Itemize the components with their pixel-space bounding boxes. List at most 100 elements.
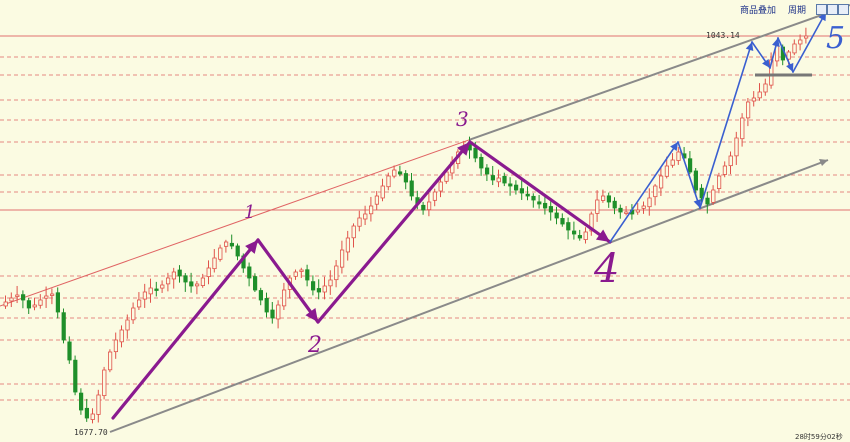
candle-body [676, 151, 681, 161]
candle-body [711, 189, 716, 203]
candle-body [624, 211, 629, 214]
candle-body [653, 185, 658, 198]
candle-body [502, 175, 507, 184]
candle-body [189, 281, 194, 287]
candle-body [165, 277, 171, 285]
candle-body [664, 165, 670, 177]
candle-body [543, 202, 548, 209]
candle-body [160, 284, 165, 289]
candle-body [154, 288, 159, 291]
candle-body [328, 279, 333, 287]
candle-body [334, 265, 339, 281]
candle-body [20, 294, 26, 301]
candle-body [595, 199, 600, 214]
wave-minor-segment [792, 11, 827, 73]
candle-body [281, 289, 287, 307]
overlay-button[interactable]: 商品叠加 [740, 3, 776, 16]
candle-body [473, 147, 478, 159]
candle-body [61, 312, 66, 341]
candle-body [183, 275, 188, 283]
high-price-label: 1043.14 [706, 31, 740, 40]
candle-body [734, 137, 739, 157]
candle-body [705, 197, 710, 205]
candle-body [763, 83, 768, 93]
candle-body [9, 297, 14, 302]
candle-body [310, 281, 316, 291]
candle-body [618, 207, 623, 213]
candle-body [79, 392, 84, 411]
wave-label-4: 4 [593, 246, 619, 292]
candle-body [577, 235, 583, 239]
candle-body [612, 200, 617, 209]
candle-body [84, 407, 89, 419]
candle-body [421, 204, 426, 211]
candle-body [798, 39, 803, 45]
candle-body [50, 293, 55, 296]
toolbar: 商品叠加 周期 [740, 3, 850, 17]
candle-body [548, 206, 554, 213]
candle-body [270, 309, 275, 319]
candle-body [299, 269, 304, 272]
candle-body [96, 394, 101, 415]
wave-minor-segment-arrowhead [762, 58, 770, 68]
candle-body [177, 269, 182, 277]
candle-body [688, 158, 693, 173]
candle-body [194, 283, 200, 287]
candle-body [252, 276, 258, 291]
wave-main-segment-arrowhead [595, 229, 610, 242]
candle-body [583, 231, 588, 240]
candle-body [670, 159, 675, 166]
candle-body [693, 170, 699, 191]
candle-body [345, 237, 351, 253]
wave-label-2: 2 [307, 333, 322, 358]
candle-body [751, 97, 757, 102]
candle-body [514, 184, 519, 191]
candle-body [380, 185, 385, 199]
candlestick-chart: 1 2 3 4 5 [0, 4, 850, 433]
candle-body [67, 341, 72, 361]
candle-body [3, 301, 8, 307]
candle-body [397, 171, 403, 175]
candle-body [757, 91, 762, 99]
wave-label-3: 3 [456, 107, 469, 131]
candle-body [38, 299, 43, 306]
candle-body [200, 277, 205, 286]
candle-body [641, 205, 646, 209]
candle-body [15, 294, 20, 297]
candle-body [746, 101, 751, 119]
candle-body [792, 43, 797, 54]
candle-body [322, 285, 327, 293]
candle-body [403, 173, 409, 183]
channel-upper-line [0, 139, 471, 307]
candle-body [229, 242, 234, 247]
candle-body [496, 177, 501, 183]
candle-body [374, 195, 380, 205]
candle-body [560, 218, 565, 225]
period-button[interactable]: 周期 [788, 3, 806, 16]
candle-body [572, 230, 577, 235]
candle-body [102, 369, 107, 397]
candle-body [525, 193, 530, 197]
candle-body [142, 291, 147, 300]
candle-body [247, 266, 252, 279]
candle-body [484, 167, 490, 175]
candle-body [432, 191, 438, 201]
restore-icon[interactable] [827, 4, 838, 15]
candle-body [554, 212, 559, 219]
candle-body [531, 195, 536, 201]
candle-body [339, 249, 345, 268]
candle-body [44, 295, 49, 299]
candle-body [316, 288, 322, 293]
close-icon[interactable] [838, 4, 849, 15]
candle-body [537, 201, 542, 205]
candle-body [438, 181, 443, 192]
candle-body [113, 339, 118, 353]
candle-body [171, 271, 176, 280]
candle-body [305, 269, 310, 281]
minimize-icon[interactable] [816, 4, 827, 15]
candle-body [426, 201, 432, 211]
candle-body [26, 300, 32, 309]
candle-body [519, 188, 525, 194]
candle-body [119, 329, 124, 343]
candle-body [276, 304, 281, 320]
